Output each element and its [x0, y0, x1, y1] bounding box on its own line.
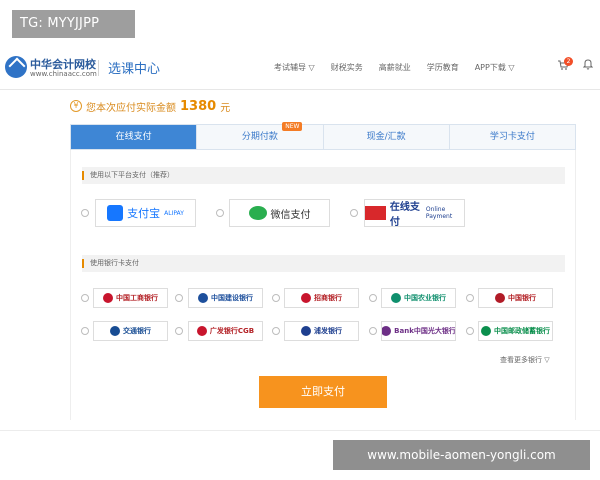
unionpay-sub: Online Payment [425, 206, 453, 220]
amount-label: 您本次应付实际金额 [86, 102, 176, 114]
amount-row: ¥ 您本次应付实际金额 1380 元 [70, 98, 231, 114]
radio-icbc[interactable] [81, 294, 89, 302]
bell-icon[interactable] [583, 58, 593, 70]
bank-cgb[interactable]: 广发银行CGB [188, 321, 263, 341]
payment-tabs: 在线支付 分期付款 NEW 现金/汇款 学习卡支付 [70, 122, 576, 150]
bank-cmb[interactable]: 招商银行 [284, 288, 359, 308]
bank-ccb-label: 中国建设银行 [211, 294, 253, 302]
radio-unionpay[interactable] [350, 209, 358, 217]
bank-bocom-label: 交通银行 [123, 327, 151, 335]
bank-boc[interactable]: 中国银行 [478, 288, 553, 308]
bank-psbc[interactable]: 中国邮政储蓄银行 [478, 321, 553, 341]
new-badge: NEW [282, 122, 303, 131]
bank-spdb-label: 浦发银行 [314, 327, 342, 335]
bank-icbc[interactable]: 中国工商银行 [93, 288, 168, 308]
tab-installment[interactable]: 分期付款 NEW [197, 122, 324, 149]
radio-ceb[interactable] [369, 327, 377, 335]
wechat-icon [248, 206, 267, 220]
radio-abc[interactable] [369, 294, 377, 302]
bank-bocom[interactable]: 交通银行 [93, 321, 168, 341]
wechat-pay-option[interactable]: 微信支付 [229, 199, 330, 227]
radio-wechat[interactable] [216, 209, 224, 217]
top-nav: 考试辅导 ▽ 财税实务 高薪就业 学历教育 APP下载 ▽ [274, 62, 515, 73]
yen-icon: ¥ [70, 100, 82, 112]
radio-cmb[interactable] [272, 294, 280, 302]
bank-cgb-label: 广发银行CGB [209, 327, 255, 335]
brand-url: www.chinaacc.com [30, 70, 97, 78]
bank-cmb-label: 招商银行 [314, 294, 342, 302]
site-header: 中华会计网校 www.chinaacc.com 选课中心 考试辅导 ▽ 财税实务… [0, 40, 600, 90]
icbc-icon [103, 293, 113, 303]
tab-cash-remittance[interactable]: 现金/汇款 [323, 125, 450, 149]
bank-ceb[interactable]: Bank中国光大银行 [381, 321, 456, 341]
bocom-icon [110, 326, 120, 336]
bank-section-label: 使用银行卡支付 [82, 255, 565, 272]
tab-study-card[interactable]: 学习卡支付 [449, 125, 575, 149]
footer-divider [0, 430, 600, 431]
more-banks-link[interactable]: 查看更多银行 ▽ [500, 355, 550, 365]
nav-exam-tutoring[interactable]: 考试辅导 ▽ [274, 62, 315, 73]
alipay-sub: ALIPAY [164, 209, 184, 217]
tab-online-payment[interactable]: 在线支付 [71, 125, 198, 149]
ccb-icon [198, 293, 208, 303]
alipay-icon [107, 205, 124, 221]
tg-watermark: TG: MYYJJPP [12, 10, 135, 38]
tab-installment-label: 分期付款 [241, 132, 278, 142]
cgb-icon [196, 326, 207, 336]
radio-spdb[interactable] [272, 327, 280, 335]
radio-cgb[interactable] [175, 327, 183, 335]
amount-value: 1380 [180, 98, 217, 114]
pay-now-button[interactable]: 立即支付 [259, 376, 387, 408]
alipay-label: 支付宝 [127, 207, 161, 220]
bank-abc-label: 中国农业银行 [404, 294, 446, 302]
bank-boc-label: 中国银行 [508, 294, 536, 302]
ceb-icon [382, 326, 392, 336]
alipay-option[interactable]: 支付宝 ALIPAY [95, 199, 196, 227]
radio-psbc[interactable] [466, 327, 474, 335]
bank-ccb[interactable]: 中国建设银行 [188, 288, 263, 308]
cart-count-badge: 2 [564, 57, 573, 66]
cmb-icon [301, 293, 311, 303]
psbc-icon [481, 326, 491, 336]
bank-abc[interactable]: 中国农业银行 [381, 288, 456, 308]
amount-unit: 元 [220, 102, 231, 114]
bank-psbc-label: 中国邮政储蓄银行 [494, 327, 550, 335]
section-title: 选课中心 [108, 62, 161, 77]
nav-tax-practice[interactable]: 财税实务 [331, 62, 363, 73]
spdb-icon [301, 326, 311, 336]
nav-education[interactable]: 学历教育 [427, 62, 459, 73]
bank-ceb-label: Bank中国光大银行 [394, 327, 456, 335]
radio-ccb[interactable] [175, 294, 183, 302]
bank-spdb[interactable]: 浦发银行 [284, 321, 359, 341]
site-watermark: www.mobile-aomen-yongli.com [333, 440, 590, 470]
boc-icon [495, 293, 505, 303]
radio-alipay[interactable] [81, 209, 89, 217]
unionpay-label: 在线支付 [389, 202, 420, 228]
platform-section-label: 使用以下平台支付（推荐） [82, 167, 565, 184]
bank-icbc-label: 中国工商银行 [116, 294, 158, 302]
chinaacc-logo-icon [5, 56, 27, 78]
abc-icon [391, 293, 401, 303]
radio-boc[interactable] [466, 294, 474, 302]
nav-app-download[interactable]: APP下载 ▽ [475, 62, 515, 73]
wechat-pay-label: 微信支付 [270, 209, 311, 221]
header-divider [98, 60, 99, 76]
nav-employment[interactable]: 高薪就业 [379, 62, 411, 73]
unionpay-option[interactable]: 在线支付 Online Payment [364, 199, 465, 228]
radio-bocom[interactable] [81, 327, 89, 335]
unionpay-icon [365, 206, 386, 220]
